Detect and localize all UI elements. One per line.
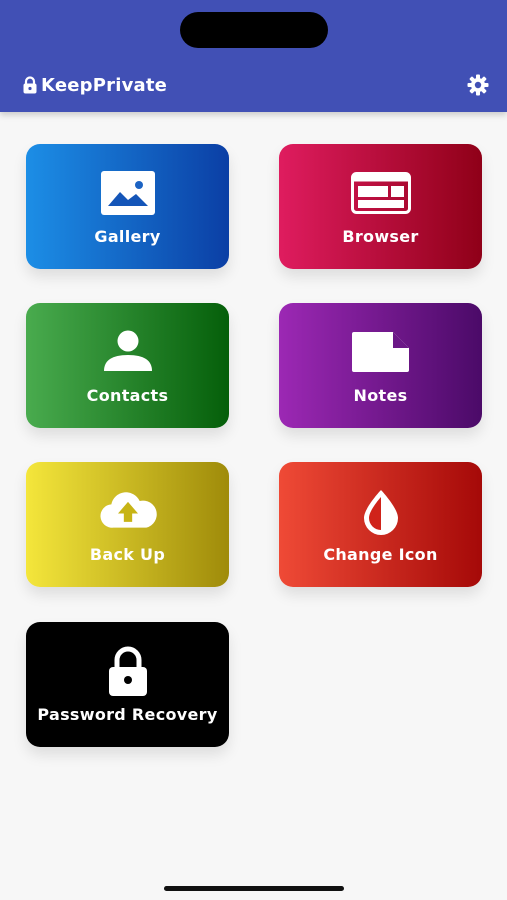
browser-window-icon: [350, 168, 411, 218]
contacts-tile[interactable]: Contacts: [26, 303, 229, 428]
password-recovery-tile[interactable]: Password Recovery: [26, 622, 229, 747]
note-icon: [351, 327, 411, 377]
backup-label: Back Up: [89, 545, 166, 564]
gear-icon[interactable]: [466, 73, 490, 97]
app-title: KeepPrivate: [22, 72, 167, 98]
password-recovery-label: Password Recovery: [37, 705, 218, 724]
change-icon-label: Change Icon: [323, 545, 438, 564]
gallery-label: Gallery: [94, 227, 161, 246]
notes-tile[interactable]: Notes: [279, 303, 482, 428]
app-header: KeepPrivate: [0, 0, 507, 112]
image-icon: [98, 168, 158, 218]
gallery-tile[interactable]: Gallery: [26, 144, 229, 269]
cloud-upload-icon: [98, 486, 158, 536]
person-icon: [98, 327, 158, 377]
device-notch: [180, 12, 328, 48]
app-title-text: KeepPrivate: [41, 74, 168, 96]
contacts-label: Contacts: [86, 386, 169, 405]
lock-icon: [22, 76, 38, 94]
home-indicator: [164, 886, 344, 891]
lock-icon: [98, 646, 158, 696]
change-icon-tile[interactable]: Change Icon: [279, 462, 482, 587]
browser-tile[interactable]: Browser: [279, 144, 482, 269]
notes-label: Notes: [353, 386, 408, 405]
droplet-half-icon: [351, 486, 411, 536]
backup-tile[interactable]: Back Up: [26, 462, 229, 587]
browser-label: Browser: [342, 227, 419, 246]
